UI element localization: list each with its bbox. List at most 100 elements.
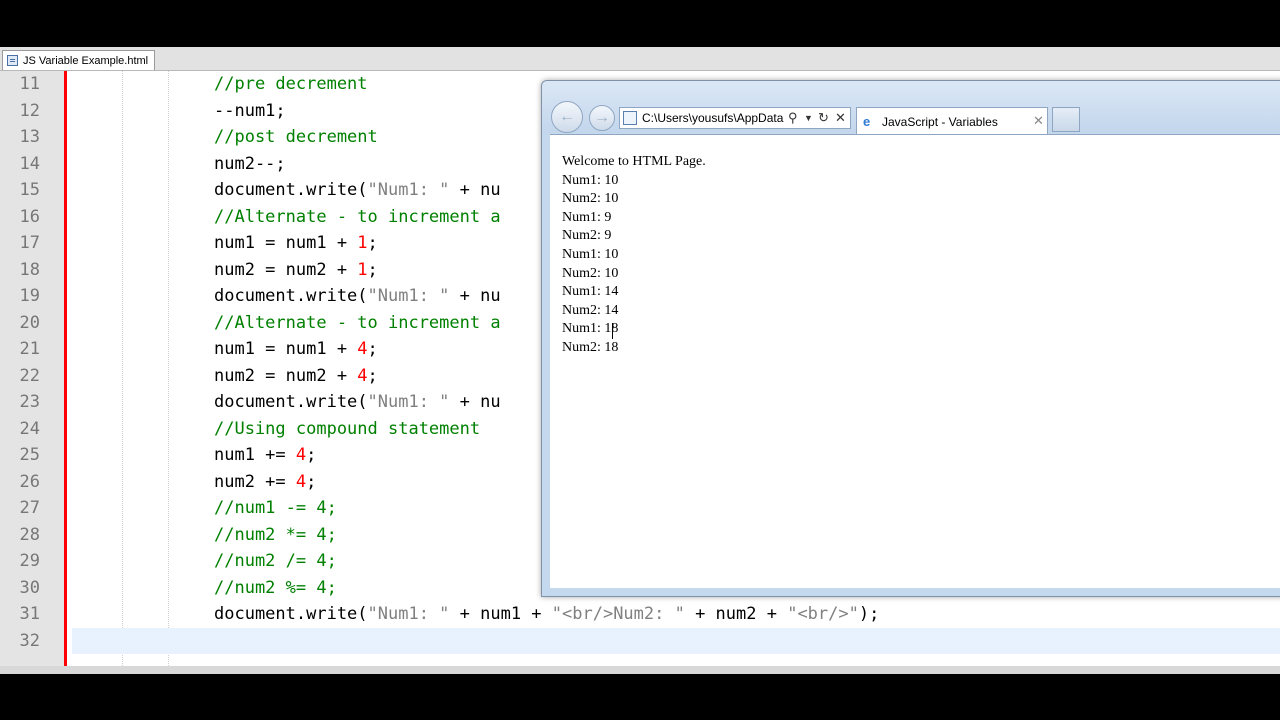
code-string: "Num1: " xyxy=(367,392,450,412)
code-number: 4 xyxy=(357,365,368,386)
code-token: num1 += xyxy=(214,445,296,465)
code-token: num2 = num2 + xyxy=(214,365,358,386)
line-number: 31 xyxy=(19,604,40,624)
code-text: //post decrement xyxy=(214,124,378,151)
line-number: 17 xyxy=(19,233,40,253)
output-line: Num1: 9 xyxy=(562,209,612,225)
line-number: 11 xyxy=(19,74,40,94)
browser-tab[interactable]: e JavaScript - Variables ✕ xyxy=(856,107,1048,134)
code-comment: //Using compound statement xyxy=(214,418,481,439)
code-token: document.write( xyxy=(214,604,368,624)
code-text: document.write("Num1: " + num1 + "<br/>N… xyxy=(214,601,879,628)
code-text: --num1; xyxy=(214,98,286,125)
code-text: //num2 /= 4; xyxy=(214,548,337,575)
output-line: Num1: 18 xyxy=(562,321,619,337)
editor-bottom-strip xyxy=(0,666,1280,674)
code-comment: //pre decrement xyxy=(214,74,368,94)
line-number: 32 xyxy=(19,630,40,651)
forward-button[interactable]: → xyxy=(589,105,615,131)
code-number: 4 xyxy=(357,339,368,359)
output-line: Num2: 14 xyxy=(562,302,619,318)
line-number: 24 xyxy=(19,418,40,439)
code-text: document.write("Num1: " + nu xyxy=(214,177,501,204)
back-button[interactable]: ← xyxy=(551,101,583,133)
code-line-current[interactable]: 32 xyxy=(0,627,1280,654)
code-token: ; xyxy=(367,259,378,280)
code-token: ; xyxy=(367,233,378,253)
code-token: + num2 + xyxy=(684,604,788,624)
output-line: Num1: 10 xyxy=(562,246,619,262)
code-text: num2 = num2 + 1; xyxy=(214,257,378,284)
line-number: 13 xyxy=(19,127,40,147)
code-token: + nu xyxy=(449,180,501,200)
back-arrow-icon: ← xyxy=(559,108,575,125)
code-text: //pre decrement xyxy=(214,71,368,98)
code-number: 4 xyxy=(295,471,307,492)
code-token: num2 += xyxy=(214,471,296,492)
code-text: document.write("Num1: " + nu xyxy=(214,283,501,310)
code-text: num1 += 4; xyxy=(214,442,316,469)
close-icon[interactable]: ✕ xyxy=(835,110,846,126)
code-comment: //Alternate - to increment a xyxy=(214,206,501,227)
code-comment: //num2 *= 4; xyxy=(214,524,337,545)
output-line: Num1: 14 xyxy=(562,284,619,300)
code-text: //Alternate - to increment a xyxy=(214,310,501,337)
code-text: //Alternate - to increment a xyxy=(214,204,501,231)
line-number: 30 xyxy=(19,577,40,598)
search-icon[interactable]: ⚲ xyxy=(788,110,798,126)
file-icon xyxy=(7,55,18,66)
line-number: 14 xyxy=(19,153,40,174)
code-comment: //num2 %= 4; xyxy=(214,577,337,598)
file-tab[interactable]: JS Variable Example.html xyxy=(2,50,156,70)
line-number: 25 xyxy=(19,445,40,465)
line-number: 19 xyxy=(19,286,40,306)
code-comment: //num1 -= 4; xyxy=(214,498,337,518)
output-line: Num2: 18 xyxy=(562,339,619,355)
code-token: num1 = num1 + xyxy=(214,233,358,253)
address-bar[interactable]: C:\Users\yousufs\AppData ⚲ ▼ ↻ ✕ xyxy=(619,107,851,129)
line-number: 26 xyxy=(19,471,40,492)
line-number: 22 xyxy=(19,365,40,386)
code-token: --num1; xyxy=(214,100,286,121)
code-text: num2 += 4; xyxy=(214,469,316,496)
code-token: + nu xyxy=(449,286,501,306)
line-number: 18 xyxy=(19,259,40,280)
address-text[interactable]: C:\Users\yousufs\AppData xyxy=(642,111,787,125)
line-number: 28 xyxy=(19,524,40,545)
code-token: ; xyxy=(306,445,317,465)
output-line: Num1: 10 xyxy=(562,172,619,188)
code-number: 4 xyxy=(295,445,307,465)
code-token: ); xyxy=(858,604,880,624)
tab-close-icon[interactable]: ✕ xyxy=(1033,113,1044,129)
code-token: document.write( xyxy=(214,392,368,412)
text-cursor xyxy=(612,323,619,339)
line-number: 23 xyxy=(19,392,40,412)
code-token: ; xyxy=(367,339,378,359)
output-line: Welcome to HTML Page. xyxy=(562,154,706,169)
code-string: "<br/>" xyxy=(787,604,859,624)
output-line: Num2: 10 xyxy=(562,191,619,207)
browser-window: ← → C:\Users\yousufs\AppData ⚲ ▼ ↻ ✕ e J… xyxy=(541,80,1280,597)
refresh-icon[interactable]: ↻ xyxy=(818,110,829,126)
code-text: num2--; xyxy=(214,151,286,178)
code-token: ; xyxy=(306,471,317,492)
line-number: 16 xyxy=(19,206,40,227)
page-content: Welcome to HTML Page. Num1: 10 Num2: 10 Num… xyxy=(550,134,1280,588)
line-number: 15 xyxy=(19,180,40,200)
page-output: Welcome to HTML Page. Num1: 10 Num2: 10 Num… xyxy=(562,153,706,358)
new-tab-button[interactable] xyxy=(1052,107,1080,132)
code-number: 1 xyxy=(357,259,368,280)
code-line[interactable]: 31 document.write("Num1: " + num1 + "<br/… xyxy=(0,601,1280,628)
line-number: 27 xyxy=(19,498,40,518)
line-number: 29 xyxy=(19,551,40,571)
code-string: "Num1: " xyxy=(367,180,450,200)
code-token: ; xyxy=(367,365,378,386)
line-number: 20 xyxy=(19,312,40,333)
code-text: //num2 *= 4; xyxy=(214,522,337,549)
chevron-down-icon[interactable]: ▼ xyxy=(804,113,813,123)
current-line-highlight xyxy=(72,627,1280,654)
code-token: num2 = num2 + xyxy=(214,259,358,280)
code-string: "Num1: " xyxy=(367,286,450,306)
output-line: Num2: 10 xyxy=(562,265,619,281)
code-text: //num2 %= 4; xyxy=(214,575,337,602)
